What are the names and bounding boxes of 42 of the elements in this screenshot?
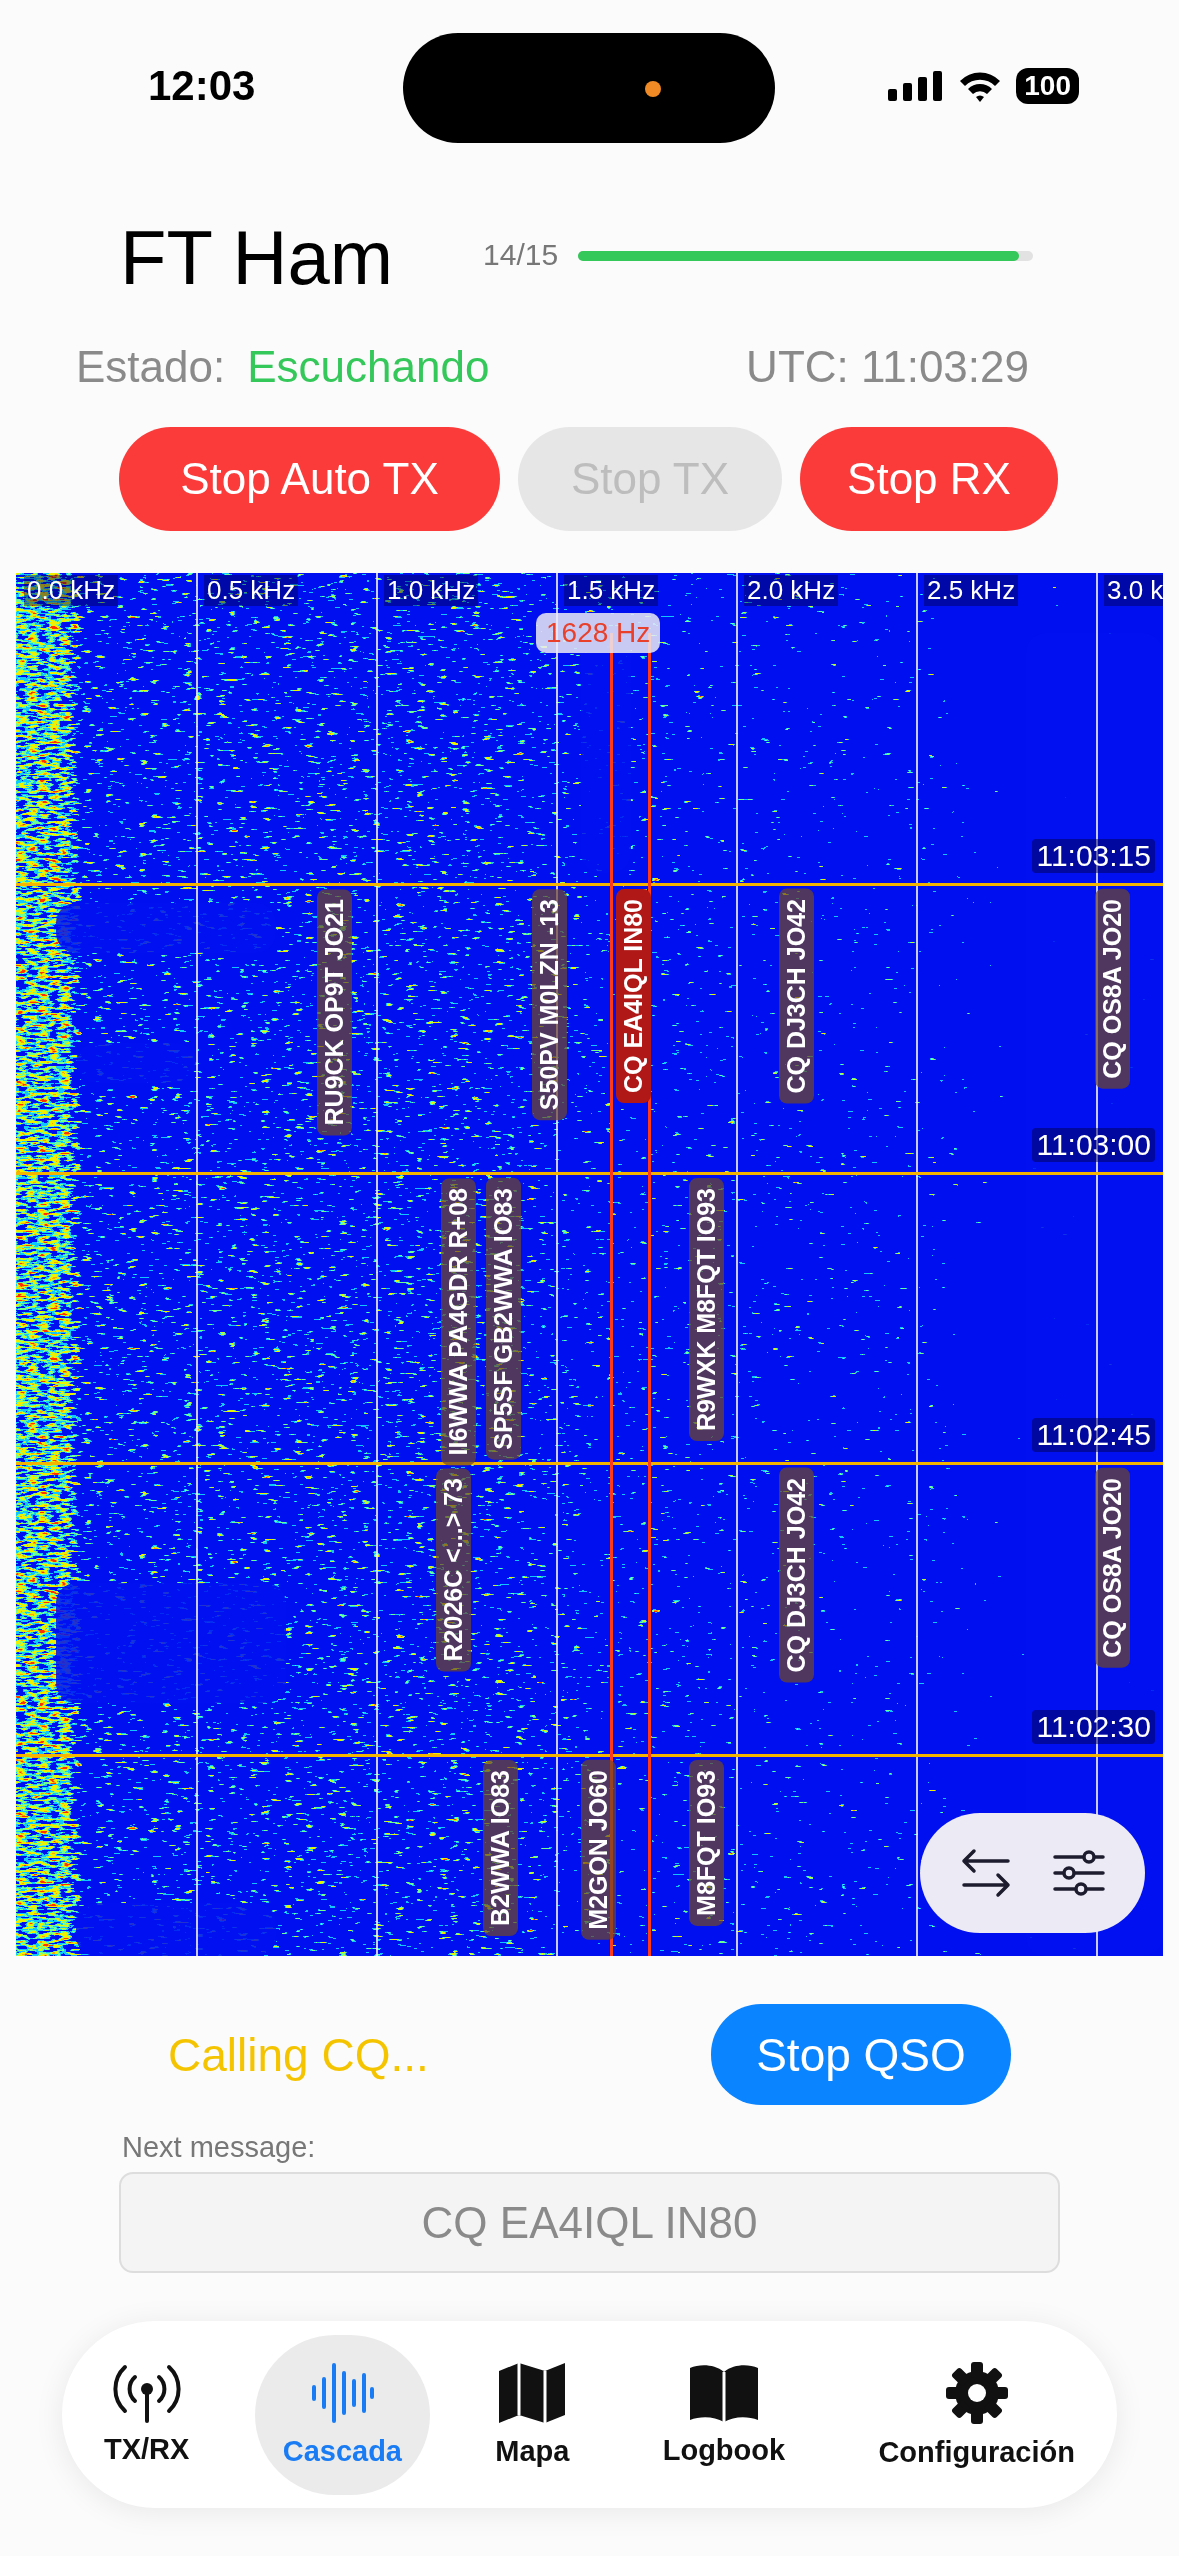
decoded-message[interactable]: R9WXK M8FQT IO93: [689, 1178, 724, 1442]
frequency-label: 0.5 kHz: [204, 575, 299, 606]
tab-item[interactable]: TX/RX: [76, 2334, 218, 2495]
decoded-message[interactable]: S50PV M0LZN -13: [532, 889, 567, 1121]
frequency-label: 2.5 kHz: [924, 575, 1019, 606]
decoded-message[interactable]: CQ DJ3CH JO42: [779, 1468, 814, 1683]
decoded-message[interactable]: RU9CK OP9T JO21: [317, 889, 352, 1136]
utc-time: UTC: 11:03:29: [746, 342, 1029, 392]
app-title: FT Ham: [120, 214, 394, 301]
decoded-message[interactable]: CQ OS8A JO20: [1095, 889, 1130, 1089]
frequency-label: 3.0 k: [1104, 575, 1163, 606]
frequency-label: 2.0 kHz: [744, 575, 839, 606]
frequency-label: 0.0 kHz: [24, 575, 119, 606]
stop-qso-button[interactable]: Stop QSO: [711, 2004, 1011, 2105]
tab-item[interactable]: Logbook: [634, 2334, 814, 2495]
control-button[interactable]: Stop RX: [800, 427, 1058, 531]
cycle-counter: 14/15: [483, 237, 559, 272]
decoded-message[interactable]: CQ EA4IQL IN80: [616, 889, 651, 1104]
time-label: 11:02:45: [1032, 1418, 1155, 1452]
decoded-message[interactable]: CQ DJ3CH JO42: [779, 889, 814, 1104]
decoded-message[interactable]: B2WWA IO83: [483, 1760, 518, 1937]
frequency-label: 1.5 kHz: [564, 575, 659, 606]
decoded-message[interactable]: II6WWA PA4GDR R+08: [441, 1178, 476, 1466]
decoded-message[interactable]: CQ OS8A JO20: [1095, 1468, 1130, 1668]
control-button[interactable]: Stop Auto TX: [119, 427, 500, 531]
qso-state: Calling CQ...: [168, 2027, 429, 2082]
tab-item[interactable]: Mapa: [467, 2334, 598, 2495]
status-label: Estado:: [76, 342, 226, 392]
next-message-label: Next message:: [122, 2131, 317, 2164]
tab-item[interactable]: Configuración: [850, 2334, 1103, 2495]
status-value: Escuchando: [247, 342, 490, 392]
status-time: 12:03: [148, 62, 256, 110]
frequency-label: 1.0 kHz: [384, 575, 479, 606]
time-label: 11:03:15: [1032, 839, 1155, 873]
decoded-message[interactable]: M2GON JO60: [581, 1760, 616, 1940]
time-label: 11:03:00: [1032, 1128, 1155, 1162]
decoded-message[interactable]: M8FQT IO93: [689, 1760, 724, 1926]
decoded-message[interactable]: R2026C <...> 73: [436, 1468, 471, 1672]
battery-indicator: 100: [1016, 68, 1079, 104]
decoded-message[interactable]: SP5SF GB2WWA IO83: [486, 1178, 521, 1460]
time-label: 11:02:30: [1032, 1710, 1155, 1744]
frequency-marker: 1628 Hz: [536, 613, 661, 653]
